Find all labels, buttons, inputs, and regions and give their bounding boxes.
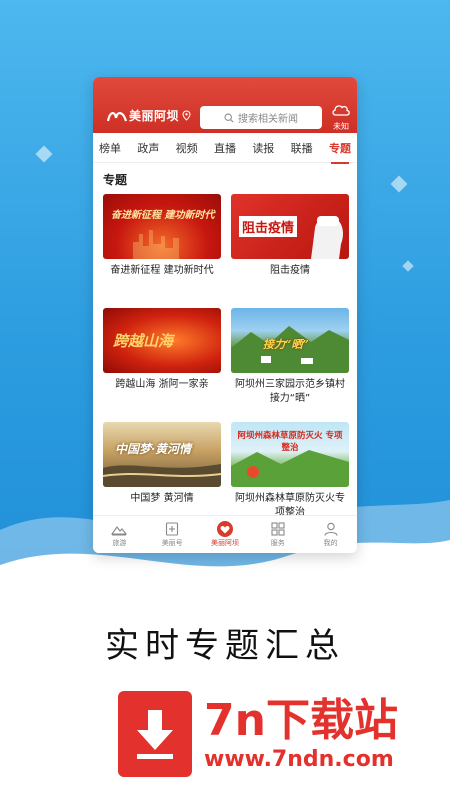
topic-thumbnail: 阻击疫情 [231, 194, 349, 259]
search-icon [224, 112, 234, 123]
tab-newspaper[interactable]: 读报 [252, 138, 274, 158]
app-logo-text: 美丽阿坝 [129, 108, 180, 123]
nav-tourism[interactable]: 旅游 [94, 522, 144, 548]
topic-title: 阿坝州三家园示范乡镇村接力“晒” [235, 379, 345, 404]
tab-topics[interactable]: 专题 [329, 138, 351, 164]
nav-label: 美丽阿坝 [210, 539, 239, 547]
tab-rankings[interactable]: 榜单 [99, 138, 121, 158]
topic-title: 奋进新征程 建功新时代 [110, 265, 214, 276]
nav-profile[interactable]: 我的 [306, 522, 356, 548]
thumb-caption: 中国梦·黄河情 [115, 442, 192, 456]
location-icon[interactable] [182, 109, 191, 121]
phone-mockup: 美丽阿坝 搜索相关新闻 未知 榜单 政声 视频 直播 读报 联播 专题 专题 奋… [93, 77, 357, 553]
nav-meili-account[interactable]: 美丽号 [147, 521, 197, 548]
watermark: 7n下载站 www.7ndn.com [118, 684, 398, 784]
nav-meili-aba[interactable]: 美丽阿坝 [200, 521, 250, 548]
search-input[interactable]: 搜索相关新闻 [200, 106, 322, 129]
thumb-caption: 跨越山海 [113, 332, 174, 350]
topic-title: 阻击疫情 [270, 265, 310, 276]
app-header: 美丽阿坝 搜索相关新闻 未知 [93, 77, 357, 133]
thumb-caption: 奋进新征程 建功新时代 [111, 210, 215, 221]
grid-icon [271, 521, 285, 536]
person-icon [324, 522, 338, 536]
thumb-caption: 接力“晒” [263, 338, 309, 351]
tab-politics[interactable]: 政声 [137, 138, 159, 158]
decor-diamond [35, 145, 53, 163]
tab-video[interactable]: 视频 [176, 138, 198, 158]
topic-thumbnail: 阿坝州森林草原防灭火 专项整治 [231, 422, 349, 487]
city-skyline-graphic [133, 230, 179, 259]
download-arrow-icon [118, 691, 192, 777]
watermark-url: www.7ndn.com [204, 747, 394, 772]
watermark-title: 7n下载站 [204, 695, 398, 746]
bottom-nav: 旅游 美丽号 美丽阿坝 服务 我的 [93, 515, 357, 553]
promo-caption: 实时专题汇总 [105, 626, 345, 666]
topic-thumbnail: 中国梦·黄河情 [103, 422, 221, 487]
logo-icon [107, 112, 127, 122]
weather-widget[interactable]: 未知 [329, 101, 353, 132]
app-logo[interactable]: 美丽阿坝 [107, 105, 191, 125]
tab-broadcast[interactable]: 联播 [291, 138, 313, 158]
section-title: 专题 [103, 173, 128, 187]
cloud-icon [332, 105, 350, 116]
mountain-icon [111, 525, 128, 535]
decor-diamond [390, 175, 408, 193]
topic-card[interactable]: 阻击疫情 阻击疫情 [231, 194, 349, 304]
topic-thumbnail: 接力“晒” [231, 308, 349, 373]
topic-thumbnail: 跨越山海 [103, 308, 221, 373]
nav-label: 美丽号 [161, 538, 183, 547]
nav-label: 我的 [323, 538, 338, 547]
topic-grid: 奋进新征程 建功新时代 奋进新征程 建功新时代 阻击疫情 阻击疫情 跨越山海 跨… [93, 194, 357, 532]
heart-icon [216, 521, 233, 537]
decor-diamond [402, 260, 414, 272]
weather-label: 未知 [333, 122, 349, 131]
nav-label: 旅游 [112, 538, 127, 547]
tab-live[interactable]: 直播 [214, 138, 236, 158]
channel-tabs: 榜单 政声 视频 直播 读报 联播 专题 [93, 133, 357, 164]
search-placeholder: 搜索相关新闻 [238, 114, 298, 125]
topic-card[interactable]: 接力“晒” 阿坝州三家园示范乡镇村接力“晒” [231, 308, 349, 418]
topic-title: 跨越山海 浙阿一家亲 [115, 379, 209, 390]
plus-doc-icon [166, 521, 179, 536]
thumb-caption: 阿坝州森林草原防灭火 专项整治 [237, 431, 343, 453]
nav-services[interactable]: 服务 [253, 521, 303, 548]
thumb-caption: 阻击疫情 [239, 216, 298, 237]
nav-label: 服务 [270, 538, 285, 547]
topic-card[interactable]: 奋进新征程 建功新时代 奋进新征程 建功新时代 [103, 194, 221, 304]
topic-card[interactable]: 跨越山海 跨越山海 浙阿一家亲 [103, 308, 221, 418]
topic-thumbnail: 奋进新征程 建功新时代 [103, 194, 221, 259]
